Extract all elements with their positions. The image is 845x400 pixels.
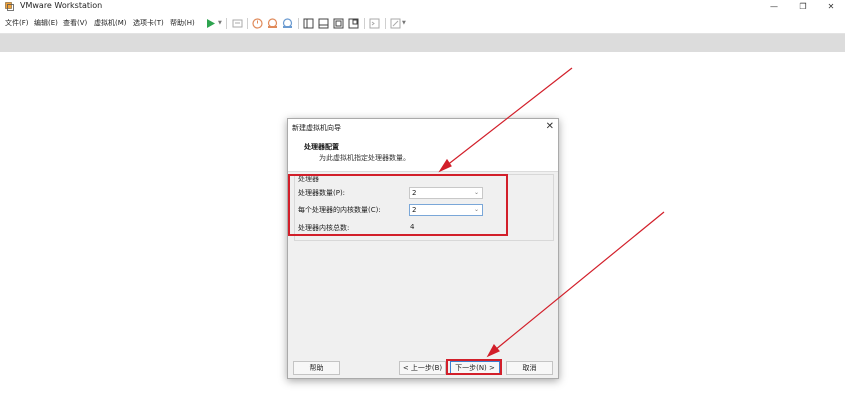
arrow-to-next-button [494,211,665,351]
arrowhead [486,343,500,358]
arrow-to-processor-settings [445,67,573,167]
annotation-arrows [438,67,665,358]
arrowhead [438,158,452,173]
